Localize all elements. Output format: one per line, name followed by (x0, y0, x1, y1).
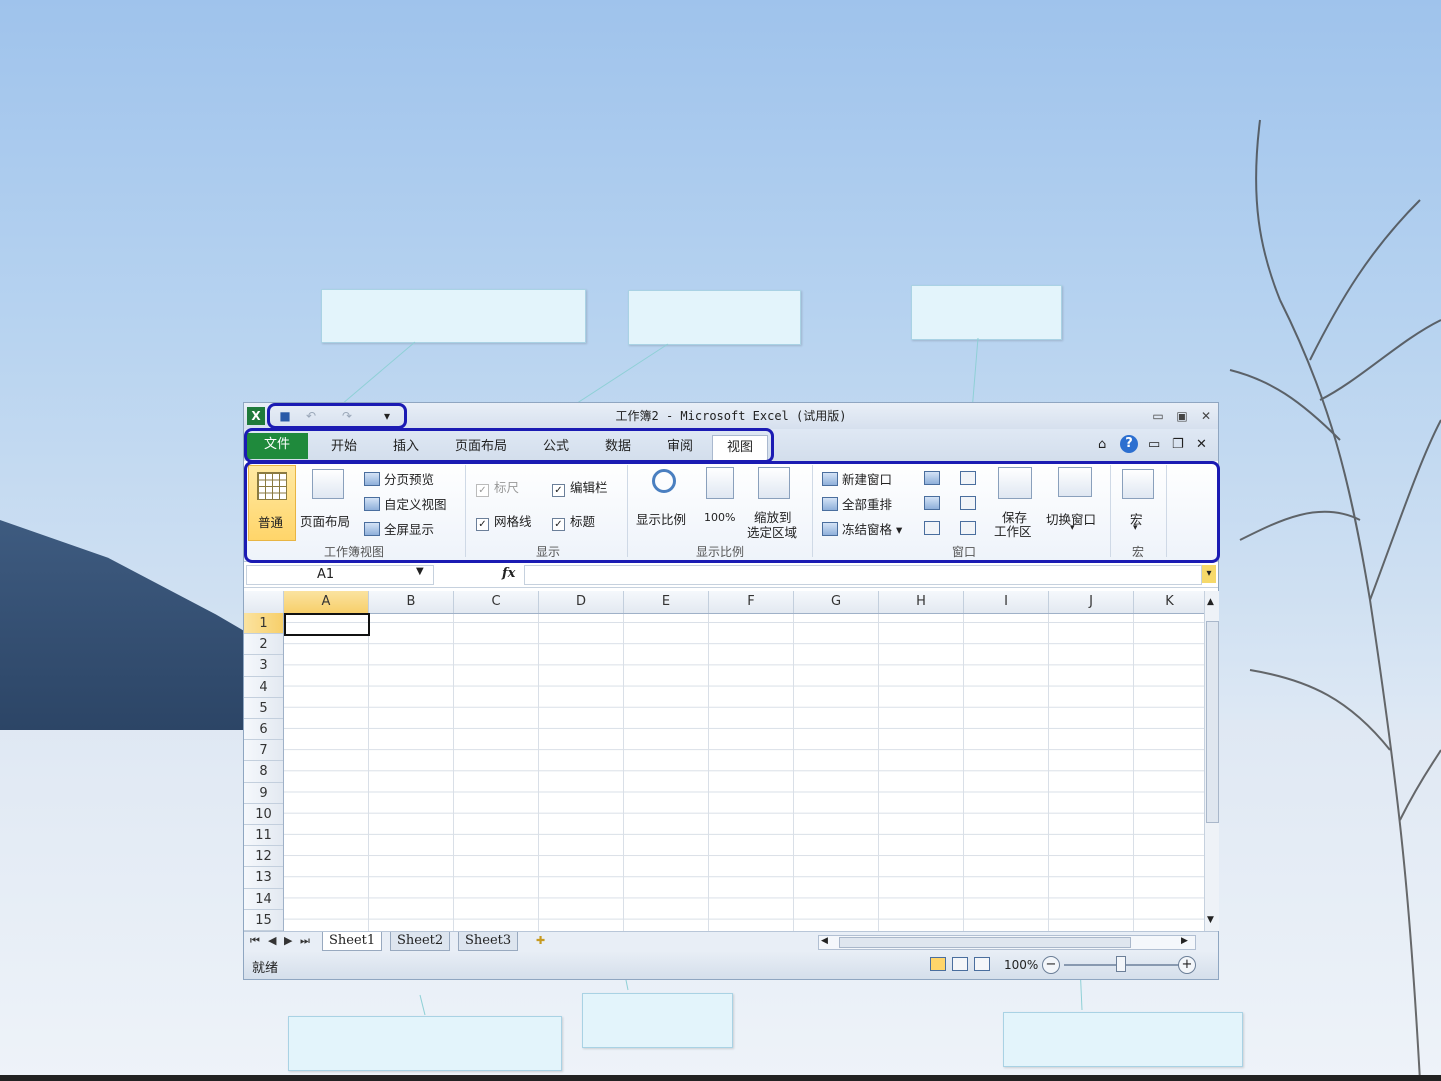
name-box[interactable]: A1 (246, 565, 434, 585)
bare-tree-illustration (1229, 119, 1441, 1081)
zoom-in-icon[interactable]: + (1178, 956, 1196, 974)
status-ready: 就绪 (252, 961, 279, 976)
doc-minimize-icon[interactable]: ▭ (1148, 437, 1160, 452)
column-header[interactable]: K (1134, 591, 1206, 613)
first-sheet-icon[interactable]: ⏮ (250, 934, 260, 948)
scroll-right-icon[interactable]: ▶ (1181, 936, 1188, 946)
scroll-thumb[interactable] (1206, 621, 1219, 823)
callout-sheet-tabs (288, 1016, 562, 1071)
row-header[interactable]: 15 (244, 910, 283, 931)
sheet-tab[interactable]: Sheet3 (458, 932, 519, 951)
highlight-tabs (244, 428, 774, 463)
page-break-view-icon[interactable] (974, 957, 990, 971)
column-header[interactable]: J (1049, 591, 1134, 613)
column-header[interactable]: I (964, 591, 1049, 613)
worksheet-grid[interactable]: A B C D E F G H I J K 1 2 3 4 5 6 7 8 9 … (244, 591, 1206, 931)
row-header[interactable]: 9 (244, 783, 283, 804)
row-header[interactable]: 12 (244, 846, 283, 868)
page-layout-view-icon[interactable] (952, 957, 968, 971)
doc-close-icon[interactable]: ✕ (1196, 437, 1207, 452)
vertical-scrollbar[interactable]: ▲ ▼ (1204, 591, 1219, 931)
close-icon[interactable]: ✕ (1196, 407, 1216, 425)
row-header[interactable]: 13 (244, 867, 283, 889)
column-header[interactable]: F (709, 591, 794, 613)
column-header[interactable]: D (539, 591, 624, 613)
active-cell-a1[interactable] (284, 613, 370, 636)
column-header[interactable]: H (879, 591, 964, 613)
excel-window: X ■ ↶ ↷ ▾ 工作簿2 - Microsoft Excel (试用版) ▭… (243, 402, 1220, 980)
scroll-thumb[interactable] (839, 937, 1131, 948)
mountain-silhouette (0, 520, 270, 730)
zoom-out-icon[interactable]: − (1042, 956, 1060, 974)
last-sheet-icon[interactable]: ⏭ (300, 934, 310, 948)
sheet-tab[interactable]: Sheet1 (322, 932, 383, 951)
horizontal-scrollbar[interactable]: ◀ ▶ (818, 935, 1196, 950)
sheet-tab-bar: ⏮ ◀ ▶ ⏭ Sheet1 Sheet2 Sheet3 ✚ ◀ ▶ (244, 931, 1218, 952)
prev-sheet-icon[interactable]: ◀ (268, 934, 276, 947)
zoom-slider-thumb[interactable] (1116, 956, 1126, 972)
next-sheet-icon[interactable]: ▶ (284, 934, 292, 947)
scroll-up-icon[interactable]: ▲ (1207, 597, 1214, 607)
row-header[interactable]: 5 (244, 698, 283, 719)
row-header[interactable]: 4 (244, 677, 283, 698)
row-header[interactable]: 10 (244, 804, 283, 825)
slide-bottom-bar (0, 1075, 1441, 1081)
scroll-down-icon[interactable]: ▼ (1207, 915, 1214, 925)
insert-sheet-icon[interactable]: ✚ (536, 934, 545, 947)
maximize-icon[interactable]: ▣ (1172, 407, 1192, 425)
status-bar: 就绪 100% − + (244, 951, 1218, 979)
row-header[interactable]: 8 (244, 761, 283, 783)
name-box-dropdown-icon[interactable]: ▼ (416, 566, 424, 577)
column-header[interactable]: A (284, 591, 369, 613)
column-header[interactable]: E (624, 591, 709, 613)
column-headers: A B C D E F G H I J K (244, 591, 1206, 614)
highlight-ribbon (244, 461, 1220, 563)
ribbon-collapse-icon[interactable]: ⌂ (1098, 437, 1106, 452)
row-header[interactable]: 1 (244, 613, 283, 635)
formula-input[interactable] (524, 565, 1202, 585)
row-header[interactable]: 7 (244, 740, 283, 762)
callout-worksheet (582, 993, 733, 1048)
scroll-left-icon[interactable]: ◀ (821, 936, 828, 946)
row-header[interactable]: 2 (244, 634, 283, 656)
column-header[interactable]: C (454, 591, 539, 613)
doc-restore-icon[interactable]: ❐ (1172, 437, 1184, 452)
callout-status-bar (1003, 1012, 1243, 1067)
minimize-icon[interactable]: ▭ (1148, 407, 1168, 425)
normal-view-icon[interactable] (930, 957, 946, 971)
row-header[interactable]: 6 (244, 719, 283, 741)
callout-tabs (628, 290, 801, 345)
expand-formula-icon[interactable]: ▾ (1202, 565, 1216, 583)
highlight-quick-access (267, 403, 407, 429)
help-icon[interactable]: ? (1120, 435, 1138, 453)
fx-icon[interactable]: fx (502, 566, 515, 581)
column-header[interactable]: B (369, 591, 454, 613)
row-header[interactable]: 11 (244, 825, 283, 847)
column-header[interactable]: G (794, 591, 879, 613)
callout-ribbon (911, 285, 1062, 340)
formula-bar: A1 ▼ fx ▾ (244, 563, 1218, 588)
sheet-tab[interactable]: Sheet2 (390, 932, 451, 951)
row-header[interactable]: 14 (244, 889, 283, 910)
callout-quick-access (321, 289, 586, 343)
select-all-corner[interactable] (244, 591, 284, 613)
zoom-level[interactable]: 100% (1004, 958, 1038, 972)
row-header[interactable]: 3 (244, 655, 283, 677)
row-headers: 1 2 3 4 5 6 7 8 9 10 11 12 13 14 15 (244, 613, 284, 931)
